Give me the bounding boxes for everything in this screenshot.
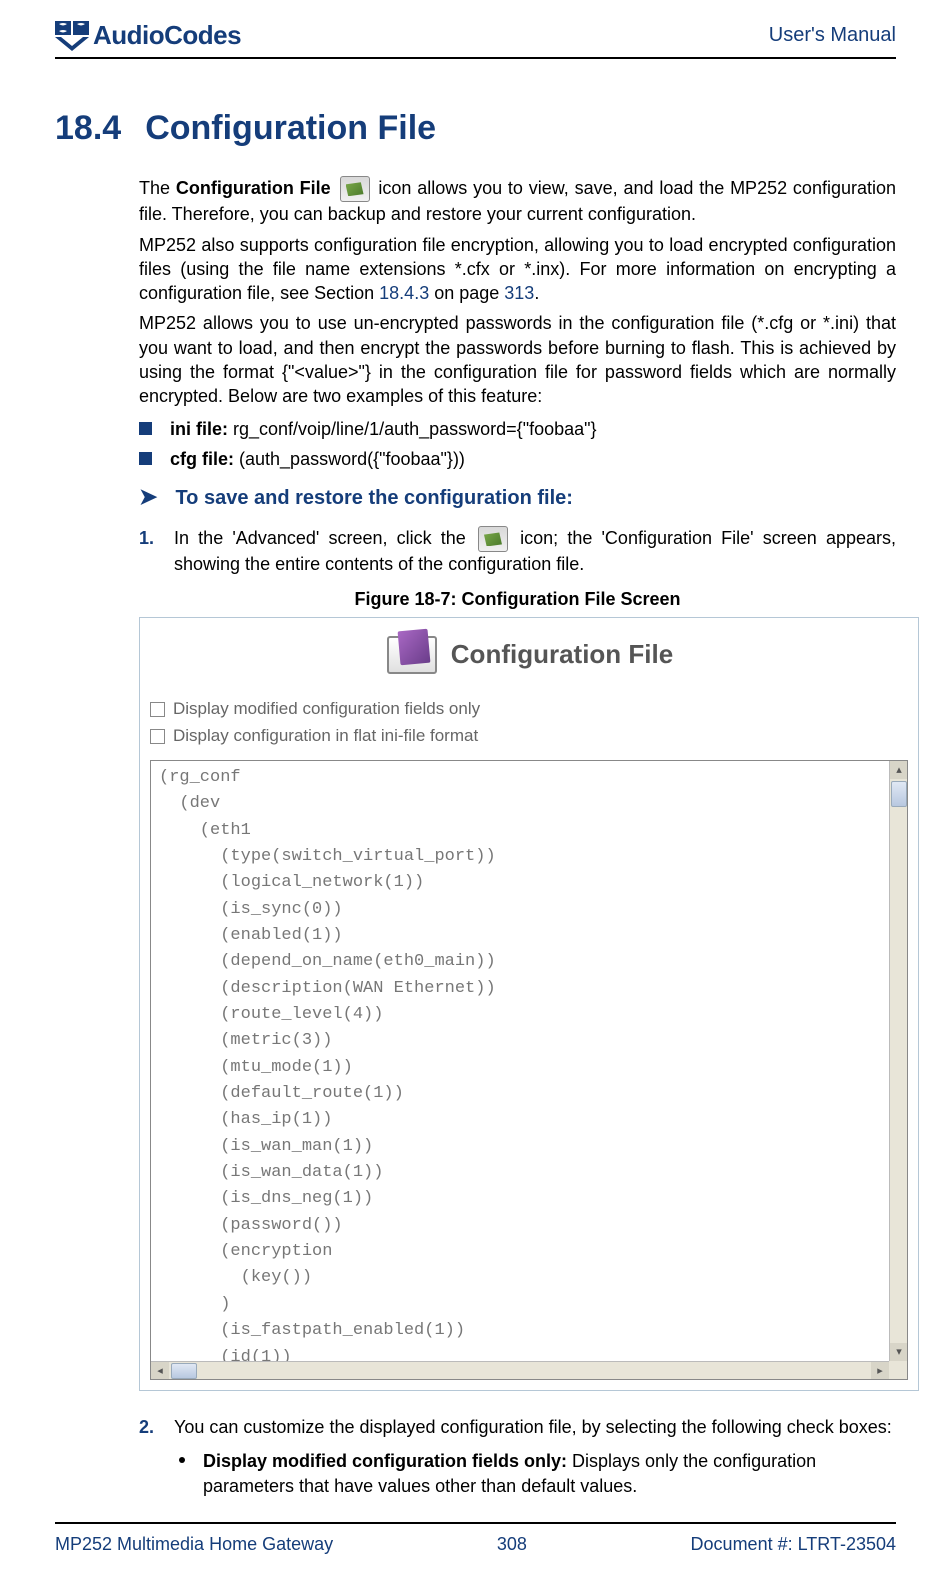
footer-right: Document #: LTRT-23504	[691, 1534, 896, 1555]
scroll-up-icon[interactable]: ▴	[890, 761, 908, 779]
config-file-large-icon	[385, 630, 441, 678]
scroll-thumb[interactable]	[171, 1363, 197, 1379]
page-footer: MP252 Multimedia Home Gateway 308 Docume…	[55, 1522, 896, 1555]
logo-text: AudioCodes	[93, 20, 241, 51]
config-file-icon	[478, 526, 508, 552]
step-1: 1. In the 'Advanced' screen, click the i…	[139, 526, 896, 577]
sub-bullet-display-modified: Display modified configuration fields on…	[179, 1449, 896, 1498]
scroll-right-icon[interactable]: ▸	[871, 1362, 889, 1380]
screenshot-panel: Configuration File Display modified conf…	[139, 617, 919, 1391]
screenshot-title: Configuration File	[451, 637, 673, 672]
footer-left: MP252 Multimedia Home Gateway	[55, 1534, 333, 1555]
square-bullet-icon	[139, 422, 152, 435]
config-file-icon	[340, 176, 370, 202]
step-number: 2.	[139, 1415, 154, 1439]
arrow-right-icon: ➤	[139, 485, 157, 509]
scroll-corner	[889, 1361, 907, 1379]
section-heading: 18.4 Configuration File	[55, 109, 896, 148]
page-header: AudioCodes User's Manual	[55, 20, 896, 59]
header-right-text: User's Manual	[769, 24, 896, 47]
audiocodes-logo-icon	[55, 21, 89, 51]
option-modified-only[interactable]: Display modified configuration fields on…	[150, 698, 908, 721]
screenshot-title-row: Configuration File	[140, 618, 918, 694]
paragraph-2: MP252 also supports configuration file e…	[139, 233, 896, 306]
step-number: 1.	[139, 526, 154, 577]
checkbox-icon[interactable]	[150, 702, 165, 717]
bullet-ini-file: ini file: rg_conf/voip/line/1/auth_passw…	[139, 417, 896, 441]
scroll-down-icon[interactable]: ▾	[890, 1343, 908, 1361]
logo: AudioCodes	[55, 20, 241, 51]
scroll-thumb[interactable]	[891, 781, 907, 807]
section-number: 18.4	[55, 109, 121, 148]
section-link[interactable]: 18.4.3	[379, 283, 429, 303]
page-link[interactable]: 313	[504, 283, 534, 303]
section-title-text: Configuration File	[145, 109, 436, 148]
vertical-scrollbar[interactable]: ▴ ▾	[889, 761, 907, 1361]
figure-caption: Figure 18-7: Configuration File Screen	[139, 587, 896, 611]
square-bullet-icon	[139, 452, 152, 465]
footer-page-number: 308	[497, 1534, 527, 1555]
horizontal-scrollbar[interactable]: ◂ ▸	[151, 1361, 889, 1379]
bullet-cfg-file: cfg file: (auth_password({"foobaa"}))	[139, 447, 896, 471]
config-text-content: (rg_conf (dev (eth1 (type(switch_virtual…	[151, 761, 907, 1380]
scroll-left-icon[interactable]: ◂	[151, 1362, 169, 1380]
dot-bullet-icon	[179, 1457, 187, 1498]
procedure-heading: ➤ To save and restore the configuration …	[139, 485, 896, 512]
option-flat-ini[interactable]: Display configuration in flat ini-file f…	[150, 725, 908, 748]
paragraph-1: The Configuration File icon allows you t…	[139, 176, 896, 227]
paragraph-3: MP252 allows you to use un-encrypted pas…	[139, 311, 896, 408]
checkbox-icon[interactable]	[150, 729, 165, 744]
config-textarea[interactable]: (rg_conf (dev (eth1 (type(switch_virtual…	[150, 760, 908, 1380]
step-2: 2. You can customize the displayed confi…	[139, 1415, 896, 1439]
